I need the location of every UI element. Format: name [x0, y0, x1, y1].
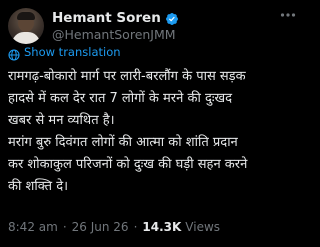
post-text-line: मरांग बुरु दिवंगत लोगों की आत्मा को शांत…	[8, 135, 238, 150]
author-handle[interactable]: @HemantSorenJMM	[52, 27, 176, 42]
show-translation[interactable]: Show translation	[8, 44, 121, 61]
separator-dot: ·	[133, 220, 138, 234]
avatar-hair	[17, 12, 35, 20]
separator-dot: ·	[62, 220, 67, 234]
post-text-line: कर शोकाकुल परिजनों को दुःख की घड़ी सहन क…	[8, 157, 248, 172]
more-horizontal-icon[interactable]	[279, 8, 297, 22]
post-metadata: 8:42 am · 26 Jun 26 · 14.3K Views	[8, 218, 220, 236]
post-text-line: की शक्ति दे।	[8, 179, 69, 194]
avatar[interactable]	[8, 8, 44, 44]
post-text-line: खबर से मन व्यथित है।	[8, 113, 115, 128]
post-date[interactable]: 26 Jun 26	[72, 220, 129, 234]
show-translation-link[interactable]: Show translation	[24, 45, 121, 59]
post-text-line: हादसे में कल देर रात 7 लोगों के मरने की …	[8, 91, 233, 106]
post-text: रामगढ़-बोकारो मार्ग पर लारी-बरलौंग के पा…	[8, 66, 300, 198]
post-text-line: रामगढ़-बोकारो मार्ग पर लारी-बरलौंग के पा…	[8, 69, 246, 84]
author-name-row: Hemant Soren	[52, 9, 179, 26]
verified-badge-icon[interactable]	[165, 11, 179, 25]
post-time[interactable]: 8:42 am	[8, 220, 58, 234]
views-label: Views	[185, 220, 221, 234]
globe-icon	[8, 46, 20, 61]
avatar-shirt	[12, 32, 40, 44]
views-count[interactable]: 14.3K	[142, 220, 181, 234]
author-display-name[interactable]: Hemant Soren	[52, 10, 161, 26]
